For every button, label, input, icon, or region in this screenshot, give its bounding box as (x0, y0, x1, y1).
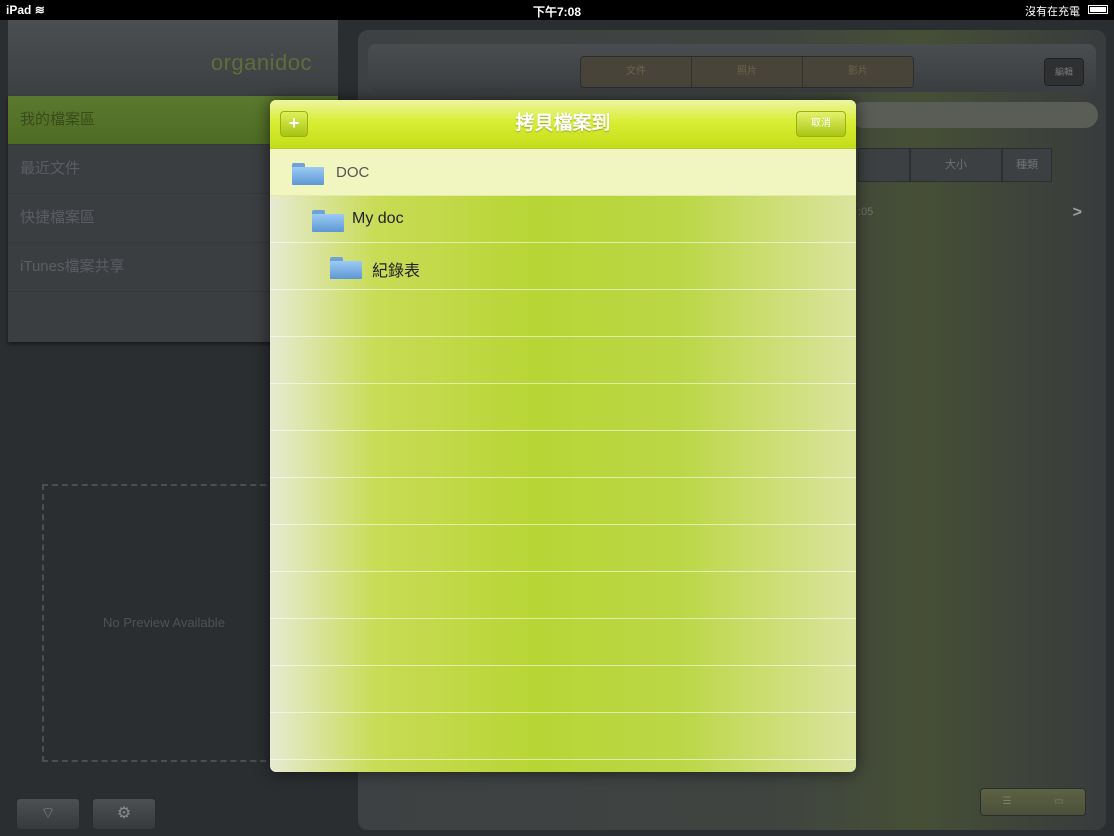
media-segmented-control: 文件 照片 影片 (580, 56, 914, 88)
folder-row-doc[interactable]: DOC (270, 149, 856, 196)
column-headers: 大小 種類 (858, 148, 1052, 182)
preview-area: No Preview Available (42, 484, 286, 762)
folder-label: 紀錄表 (372, 263, 421, 280)
list-view-icon[interactable]: ☰ (981, 789, 1033, 815)
folder-icon (292, 163, 324, 185)
app-logo: organidoc (210, 50, 312, 75)
column-header-blank (858, 148, 910, 182)
add-folder-button[interactable]: + (280, 111, 308, 137)
grid-view-icon[interactable]: ▭ (1033, 789, 1085, 815)
status-bar: iPad ≋ 下午7:08 沒有在充電 (0, 0, 1114, 20)
empty-row (270, 666, 856, 713)
wifi-button[interactable]: ⌔ (16, 798, 80, 830)
empty-row (270, 431, 856, 478)
column-header-size[interactable]: 大小 (910, 148, 1002, 182)
cancel-button[interactable]: 取消 (796, 111, 846, 137)
segment-documents[interactable]: 文件 (581, 57, 692, 87)
empty-row (270, 525, 856, 572)
wifi-icon: ⌔ (40, 805, 56, 822)
view-toggle: ☰ ▭ (980, 788, 1086, 816)
gear-icon: ⚙ (116, 805, 132, 822)
empty-row (270, 713, 856, 760)
empty-row (270, 337, 856, 384)
file-row-date: :05 (858, 206, 874, 218)
edit-button[interactable]: 編輯 (1044, 58, 1084, 86)
copy-to-popover: 拷貝檔案到 + 取消 DOC My doc 紀錄表 (270, 100, 856, 772)
folder-row-records[interactable]: 紀錄表 (270, 243, 856, 290)
plus-icon: + (288, 113, 300, 133)
sidebar-header: organidoc (8, 20, 338, 96)
popover-title: 拷貝檔案到 (515, 113, 611, 134)
search-input[interactable] (850, 102, 1098, 128)
folder-label: My doc (352, 210, 404, 227)
settings-button[interactable]: ⚙ (92, 798, 156, 830)
folder-list: DOC My doc 紀錄表 (270, 149, 856, 772)
empty-row (270, 478, 856, 525)
charging-status: 沒有在充電 (1025, 6, 1080, 18)
empty-row (270, 384, 856, 431)
folder-icon (330, 257, 362, 279)
main-toolbar: 文件 照片 影片 編輯 (368, 44, 1096, 92)
segment-videos[interactable]: 影片 (803, 57, 913, 87)
folder-icon (312, 210, 344, 232)
column-header-type[interactable]: 種類 (1002, 148, 1052, 182)
preview-placeholder: No Preview Available (103, 615, 225, 630)
chevron-right-icon[interactable]: > (1073, 204, 1082, 222)
battery-icon (1088, 5, 1108, 14)
folder-row-my-doc[interactable]: My doc (270, 196, 856, 243)
folder-label: DOC (336, 164, 370, 181)
empty-row (270, 290, 856, 337)
empty-row (270, 619, 856, 666)
empty-row (270, 572, 856, 619)
status-time: 下午7:08 (532, 5, 582, 19)
segment-photos[interactable]: 照片 (692, 57, 803, 87)
popover-header: 拷貝檔案到 + 取消 (270, 100, 856, 149)
